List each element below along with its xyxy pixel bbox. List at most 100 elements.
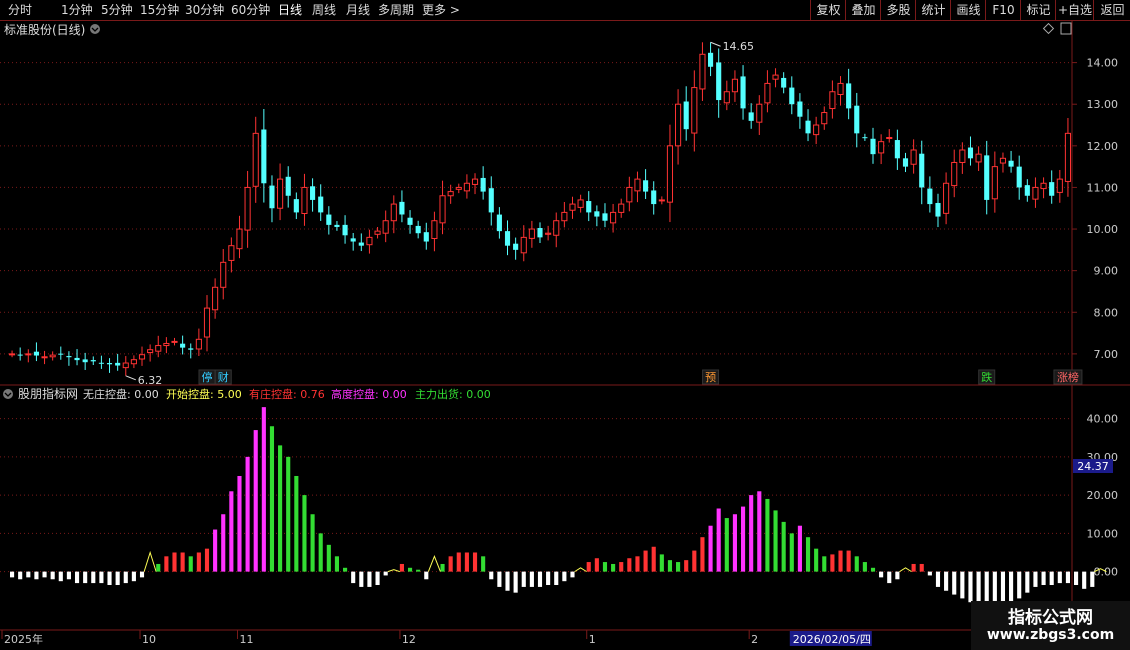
indicator-bar: [594, 558, 599, 572]
indicator-bar: [318, 533, 323, 572]
candle-down: [846, 83, 852, 109]
candle-up: [203, 307, 211, 338]
indicator-bar: [611, 563, 616, 572]
candle-up: [439, 195, 446, 224]
candle-up: [455, 186, 462, 190]
indicator-bar: [960, 571, 965, 599]
indicator-bar: [383, 571, 388, 576]
candle-up: [658, 199, 665, 202]
candle-up: [471, 178, 479, 185]
candle-up: [699, 53, 706, 90]
toolbar-button-3[interactable]: 统计: [915, 0, 951, 20]
period-tab-2[interactable]: 5分钟: [101, 2, 133, 18]
candle-down: [66, 356, 72, 358]
indicator-bar: [213, 529, 218, 572]
candle-down: [74, 357, 80, 361]
candle-up: [163, 342, 170, 347]
candle-up: [520, 236, 527, 254]
indicator-bar: [651, 546, 656, 572]
period-tab-4[interactable]: 30分钟: [185, 2, 224, 18]
period-tab-8[interactable]: 月线: [346, 2, 370, 18]
event-marker: 停: [201, 370, 212, 384]
indicator-tick-label: 20.00: [1087, 489, 1119, 502]
time-label: 10: [142, 633, 156, 646]
candle-up: [959, 149, 966, 163]
candle-down: [98, 362, 104, 364]
toolbar-button-7[interactable]: +自选: [1055, 0, 1094, 20]
candle-down: [935, 202, 941, 217]
toolbar-button-1[interactable]: 叠加: [845, 0, 881, 20]
toolbar-button-2[interactable]: 多股: [880, 0, 916, 20]
indicator-bar: [326, 544, 331, 572]
candle-down: [643, 180, 649, 192]
indicator-bar: [343, 567, 348, 572]
candle-down: [326, 214, 332, 225]
candle-up: [886, 137, 893, 140]
period-tab-7[interactable]: 周线: [312, 2, 336, 18]
candle-up: [195, 338, 202, 350]
indicator-bar: [1082, 571, 1087, 589]
indicator-bar: [765, 498, 770, 572]
indicator-bar: [862, 562, 867, 572]
candle-down: [683, 101, 689, 130]
indicator-tick-label: 40.00: [1087, 413, 1119, 426]
candle-down: [748, 112, 754, 121]
indicator-bar: [805, 537, 811, 572]
indicator-bar: [489, 571, 494, 580]
start-control-marker: [387, 569, 400, 573]
candle-down: [927, 188, 933, 205]
candle-up: [618, 203, 625, 213]
indicator-bar: [74, 571, 80, 584]
indicator-bar: [481, 556, 486, 572]
candle-down: [82, 359, 88, 363]
candle-down: [1024, 185, 1030, 196]
candle-up: [675, 103, 682, 147]
period-tab-10[interactable]: 更多 >: [422, 2, 460, 18]
indicator-bar: [854, 556, 859, 572]
period-tab-0[interactable]: 分时: [8, 2, 32, 18]
indicator-bar: [278, 445, 283, 572]
indicator-bar: [749, 495, 754, 572]
candle-down: [708, 52, 714, 67]
candle-up: [447, 191, 454, 197]
indicator-bar: [10, 571, 15, 578]
start-control-marker: [899, 567, 912, 573]
candle-down: [537, 228, 543, 238]
indicator-bar: [505, 571, 510, 591]
candle-up: [236, 228, 243, 250]
indicator-bar: [464, 552, 469, 572]
cursor-value: 24.37: [1077, 460, 1109, 473]
indicator-bar: [1041, 571, 1046, 586]
candle-up: [569, 203, 576, 211]
candle-up: [991, 166, 998, 200]
period-tab-6[interactable]: 日线: [278, 2, 302, 18]
period-tab-5[interactable]: 60分钟: [231, 2, 270, 18]
indicator-bar: [229, 491, 234, 572]
indicator-bar: [164, 556, 169, 572]
toolbar-button-0[interactable]: 复权: [810, 0, 846, 20]
indicator-bar: [286, 456, 291, 572]
indicator-bar: [562, 571, 567, 582]
indicator-bar: [846, 550, 851, 572]
indicator-bar: [635, 556, 640, 572]
period-tab-3[interactable]: 15分钟: [140, 2, 179, 18]
period-tab-1[interactable]: 1分钟: [61, 2, 93, 18]
toolbar-button-5[interactable]: F10: [985, 0, 1021, 20]
indicator-bar: [724, 518, 729, 572]
indicator-bar: [757, 491, 762, 572]
toolbar-button-6[interactable]: 标记: [1020, 0, 1056, 20]
indicator-bar: [107, 571, 112, 586]
toolbar-button-4[interactable]: 画线: [950, 0, 986, 20]
indicator-bar: [927, 571, 932, 576]
indicator-bar: [781, 521, 786, 572]
period-tab-9[interactable]: 多周期: [378, 2, 414, 18]
toolbar-button-8[interactable]: 返回: [1093, 0, 1130, 20]
main-panel-title: 标准股份(日线): [4, 23, 85, 37]
indicator-bar: [773, 510, 778, 572]
candle-up: [999, 157, 1007, 164]
candle-down: [781, 77, 787, 88]
indicator-bar: [245, 456, 250, 572]
indicator-bar: [627, 558, 632, 572]
candle-down: [504, 231, 511, 246]
candle-up: [975, 153, 982, 163]
